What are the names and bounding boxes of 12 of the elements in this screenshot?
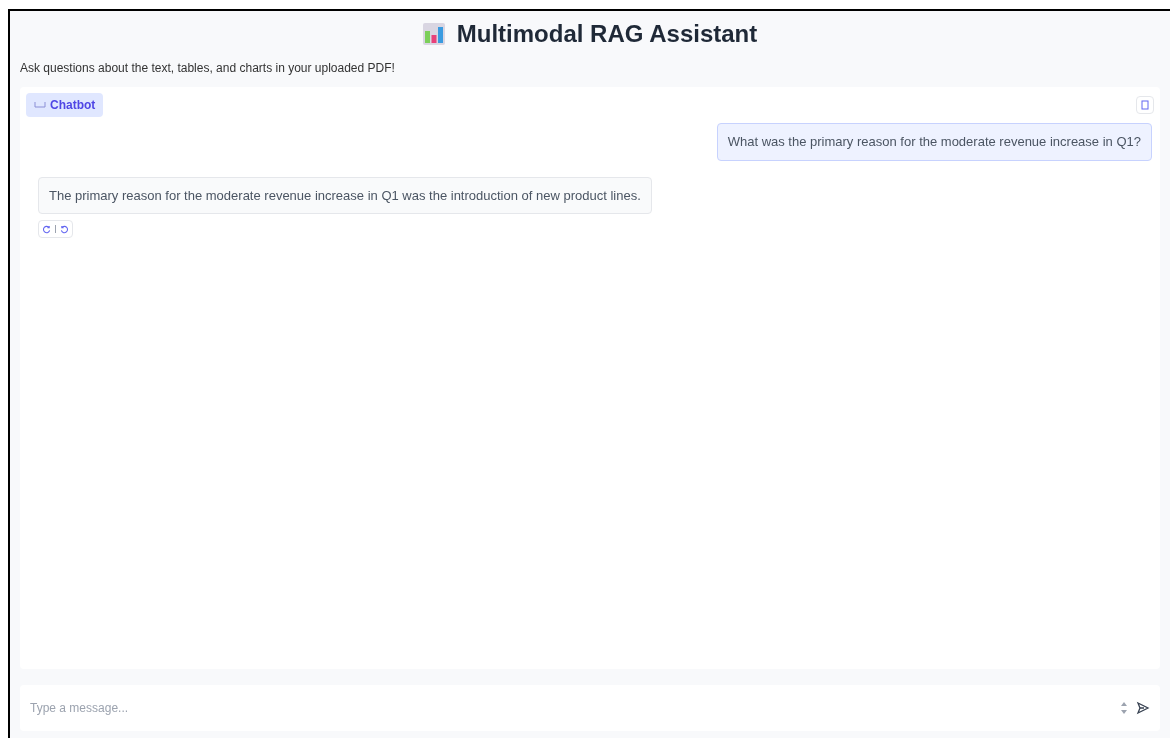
bot-message: The primary reason for the moderate revenue increase in Q1 was the introduction of new product lines. <box>38 176 652 214</box>
stepper-icon[interactable] <box>1120 701 1128 715</box>
retry-icon[interactable] <box>42 224 51 234</box>
label-text: Chatbot <box>50 97 96 114</box>
message-input[interactable]: Type a message... <box>20 685 1160 731</box>
user-message: What was the primary reason for the moderate revenue increase in Q1? <box>716 123 1152 161</box>
copy-icon <box>1141 100 1149 110</box>
undo-icon[interactable] <box>60 224 69 234</box>
page-title: Multimodal RAG Assistant <box>456 19 758 49</box>
send-icon[interactable] <box>1136 701 1150 715</box>
page-subtitle: Ask questions about the text, tables, and charts in your uploaded PDF! <box>19 60 396 77</box>
bar-chart-icon <box>422 23 445 45</box>
